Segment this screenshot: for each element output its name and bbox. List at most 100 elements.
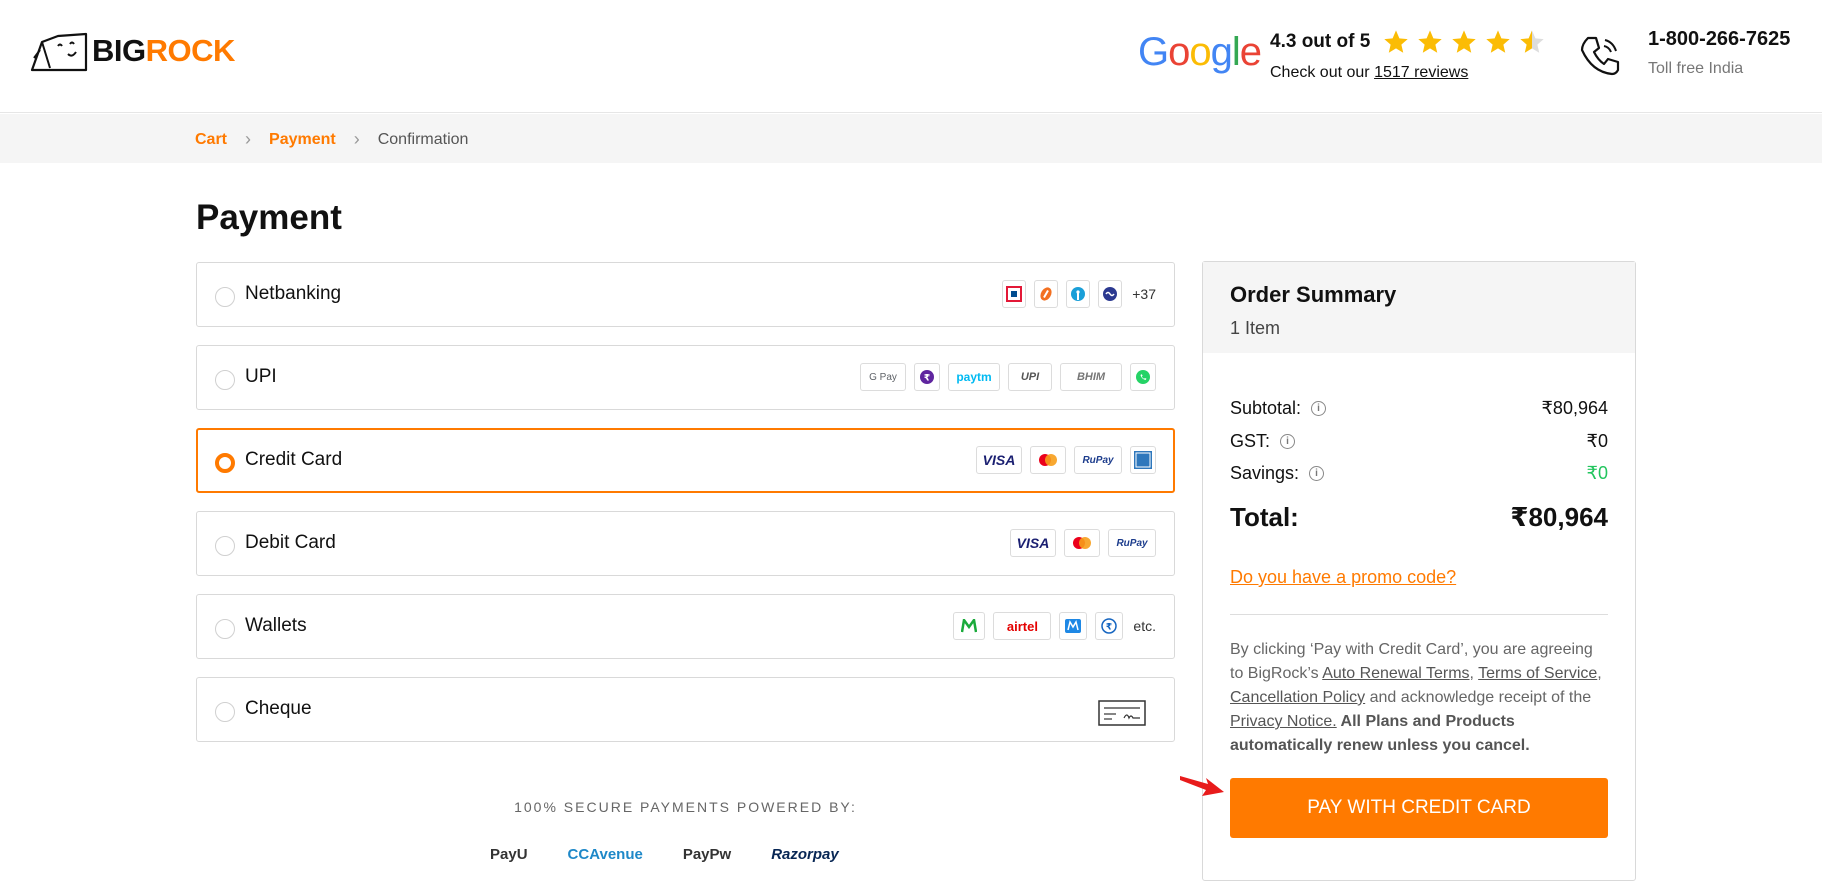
- radio-cheque[interactable]: [215, 702, 235, 722]
- more-banks-count: +37: [1132, 286, 1156, 302]
- google-letter: l: [1231, 30, 1241, 74]
- whatsapp-icon: [1130, 363, 1156, 391]
- payment-gateways: PayU CCAvenue PayPw Razorpay: [490, 846, 839, 863]
- phone-subtitle: Toll free India: [1648, 60, 1744, 77]
- terms-of-service-link[interactable]: Terms of Service: [1478, 665, 1597, 682]
- logo-rock: ROCK: [145, 33, 236, 68]
- payment-method-netbanking[interactable]: Netbanking +37: [196, 262, 1175, 327]
- payment-method-cheque[interactable]: Cheque: [196, 677, 1175, 742]
- legal-text-part: ,: [1597, 665, 1602, 682]
- bigrock-logo-icon: [30, 32, 88, 72]
- method-label: Credit Card: [245, 449, 343, 470]
- phone-icon: [1580, 36, 1620, 76]
- gst-value: ₹0: [1586, 431, 1608, 451]
- razorpay-logo: Razorpay: [771, 846, 839, 863]
- total-label: Total:: [1230, 502, 1299, 532]
- reviews-line: Check out our 1517 reviews: [1270, 64, 1546, 82]
- info-icon[interactable]: i: [1280, 434, 1296, 449]
- google-letter: o: [1168, 30, 1190, 74]
- airtel-icon: airtel: [993, 612, 1052, 640]
- subtotal-value: ₹80,964: [1541, 398, 1608, 418]
- legal-text-part: ,: [1469, 665, 1479, 682]
- promo-code-link[interactable]: Do you have a promo code?: [1230, 567, 1456, 588]
- radio-wallets[interactable]: [215, 619, 235, 639]
- gpay-icon: G Pay: [860, 363, 906, 391]
- savings-row: Savings: i ₹0: [1230, 463, 1608, 484]
- breadcrumb-bar: Cart › Payment › Confirmation: [0, 114, 1822, 163]
- hdfc-bank-icon: [1002, 280, 1027, 308]
- red-arrow-icon: [1180, 776, 1224, 796]
- method-label: UPI: [245, 366, 277, 387]
- bank-logos: +37: [1002, 280, 1156, 308]
- rating-text: 4.3 out of 5: [1270, 31, 1371, 52]
- subtotal-row: Subtotal: i ₹80,964: [1230, 398, 1608, 419]
- payment-method-debit-card[interactable]: Debit Card VISA RuPay: [196, 511, 1175, 576]
- radio-credit-card[interactable]: [215, 453, 235, 473]
- method-label: Wallets: [245, 615, 307, 636]
- bigrock-logo[interactable]: BIGROCK: [28, 30, 235, 72]
- rupay-icon: RuPay: [1108, 529, 1156, 557]
- star-icon: [1418, 30, 1442, 53]
- pay-with-credit-card-button[interactable]: PAY WITH CREDIT CARD: [1230, 778, 1608, 838]
- payu-logo: PayU: [490, 846, 528, 863]
- info-icon[interactable]: i: [1311, 401, 1327, 416]
- axis-bank-icon: [1098, 280, 1123, 308]
- rating-stars: [1382, 28, 1546, 56]
- bigrock-logo-text: BIGROCK: [92, 33, 235, 69]
- order-summary: Order Summary 1 Item Subtotal: i ₹80,964 …: [1202, 261, 1636, 881]
- google-letter: g: [1210, 30, 1233, 74]
- debit-card-logos: VISA RuPay: [1010, 529, 1156, 557]
- radio-netbanking[interactable]: [215, 287, 235, 307]
- google-letter: G: [1138, 30, 1169, 74]
- savings-value: ₹0: [1586, 463, 1608, 483]
- paytm-icon: paytm: [948, 363, 1000, 391]
- auto-renewal-terms-link[interactable]: Auto Renewal Terms: [1322, 665, 1469, 682]
- phone-contact: 1-800-266-7625 Toll free India: [1648, 28, 1790, 78]
- sbi-bank-icon: [1066, 280, 1091, 308]
- method-label: Debit Card: [245, 532, 336, 553]
- card-logos: VISA RuPay: [976, 446, 1156, 474]
- star-icon: [1452, 30, 1476, 53]
- info-icon[interactable]: i: [1309, 466, 1325, 481]
- bhim-icon: BHIM: [1060, 363, 1122, 391]
- freecharge-icon: ₹: [1095, 612, 1124, 640]
- svg-text:₹: ₹: [1106, 623, 1112, 633]
- total-value: ₹80,964: [1510, 502, 1608, 532]
- upi-logos: G Pay ₹ paytm UPI BHIM: [860, 363, 1156, 391]
- secure-payments-title: 100% SECURE PAYMENTS POWERED BY:: [514, 799, 857, 815]
- cheque-icon: [1098, 700, 1146, 726]
- reviews-prefix: Check out our: [1270, 64, 1375, 81]
- gst-row: GST: i ₹0: [1230, 431, 1608, 452]
- visa-icon: VISA: [1010, 529, 1056, 557]
- radio-upi[interactable]: [215, 370, 235, 390]
- privacy-notice-link[interactable]: Privacy Notice.: [1230, 713, 1337, 730]
- gst-label: GST:: [1230, 431, 1271, 451]
- payment-method-upi[interactable]: UPI G Pay ₹ paytm UPI BHIM: [196, 345, 1175, 410]
- method-label: Cheque: [245, 698, 312, 719]
- mastercard-icon: [1030, 446, 1066, 474]
- breadcrumb-cart[interactable]: Cart: [195, 131, 227, 149]
- wallet-logos: airtel ₹ etc.: [953, 612, 1156, 640]
- breadcrumb-payment[interactable]: Payment: [269, 131, 336, 149]
- legal-text: By clicking ‘Pay with Credit Card’, you …: [1230, 638, 1610, 758]
- payment-method-wallets[interactable]: Wallets airtel ₹ etc.: [196, 594, 1175, 659]
- divider: [1230, 614, 1608, 615]
- amex-icon: [1130, 446, 1156, 474]
- savings-label: Savings:: [1230, 463, 1300, 483]
- icici-bank-icon: [1034, 280, 1059, 308]
- phone-number[interactable]: 1-800-266-7625: [1648, 28, 1790, 51]
- breadcrumb: Cart › Payment › Confirmation: [195, 129, 468, 150]
- google-rating: 4.3 out of 5 Check out our 1517 reviews: [1270, 28, 1546, 82]
- mobikwik-icon: [953, 612, 986, 640]
- radio-debit-card[interactable]: [215, 536, 235, 556]
- reviews-link[interactable]: 1517 reviews: [1374, 64, 1468, 81]
- cancellation-policy-link[interactable]: Cancellation Policy: [1230, 689, 1365, 706]
- order-summary-title: Order Summary: [1230, 282, 1397, 307]
- rupay-icon: RuPay: [1074, 446, 1122, 474]
- payment-method-credit-card[interactable]: Credit Card VISA RuPay: [196, 428, 1175, 493]
- jio-money-icon: [1059, 612, 1088, 640]
- total-row: Total: ₹80,964: [1230, 502, 1608, 533]
- order-item-count: 1 Item: [1230, 318, 1281, 338]
- google-letter: o: [1189, 30, 1211, 74]
- star-icon: [1384, 30, 1408, 53]
